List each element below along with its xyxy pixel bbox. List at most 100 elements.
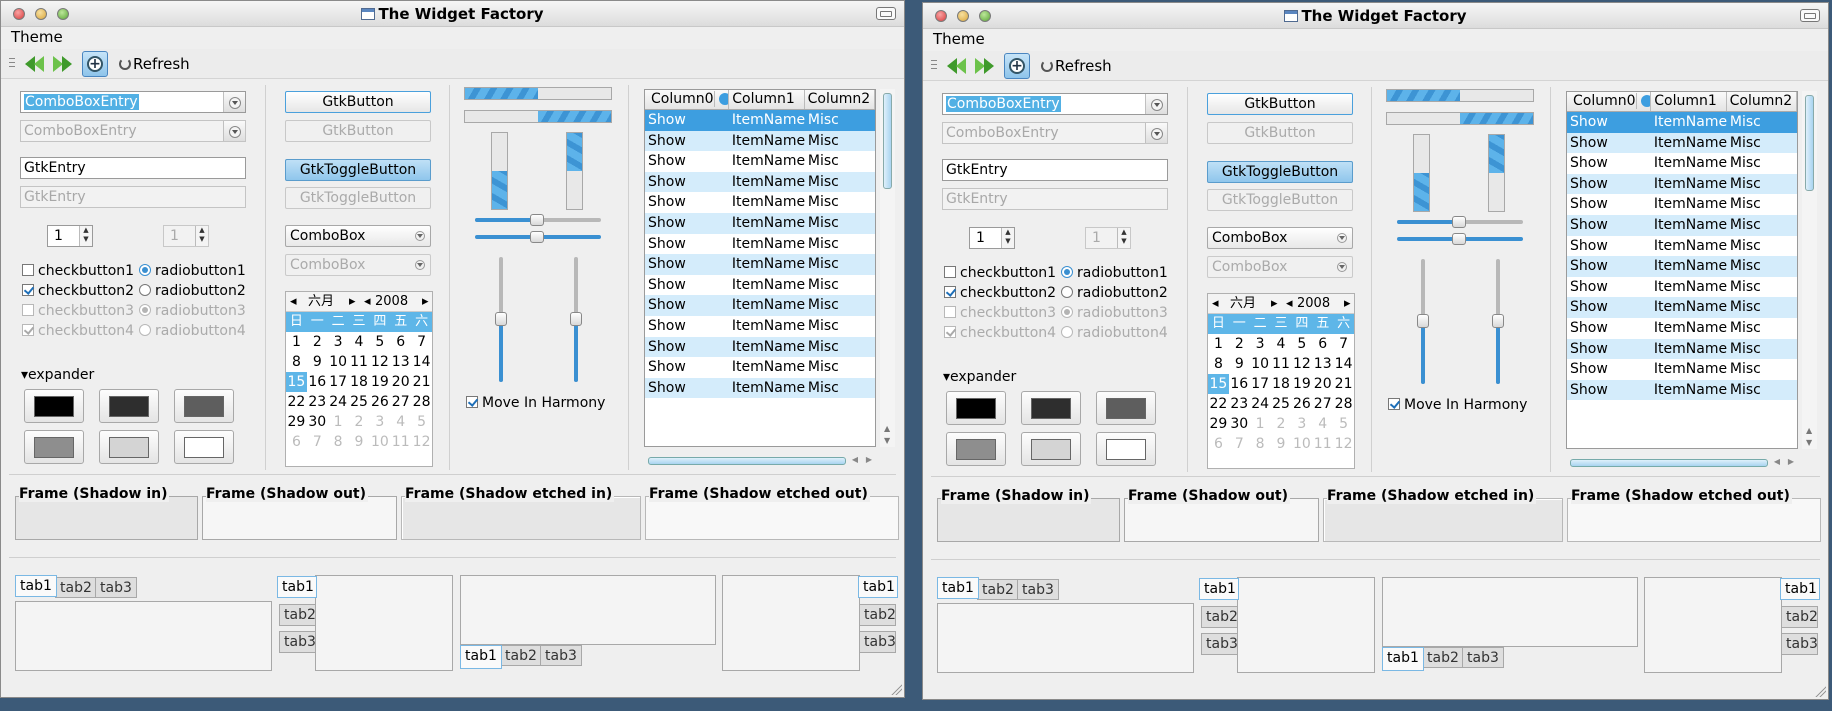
tree-horizontal-scrollbar[interactable]: ◀ ▶ (1566, 457, 1798, 469)
calendar[interactable]: ◂ 六月 ▸ ◂ 2008 ▸ 日一二三四五六 1 2 3 4 5 6 7 8 9 10 11 12 1… (285, 291, 433, 467)
combobox[interactable]: ComboBox (1207, 227, 1353, 249)
scrollbar-thumb[interactable] (1570, 459, 1768, 467)
color-button[interactable] (174, 430, 234, 464)
tree-row[interactable]: Show ItemName Misc (645, 234, 875, 255)
radio-selected-icon[interactable] (1061, 266, 1073, 278)
calendar-day[interactable]: 1 (1208, 334, 1229, 354)
tab-3[interactable]: tab3 (95, 577, 137, 598)
move-in-harmony-check[interactable]: Move In Harmony (466, 395, 605, 411)
calendar-day[interactable]: 27 (1312, 394, 1333, 414)
calendar-day[interactable]: 8 (1250, 434, 1271, 454)
scroll-down-icon[interactable]: ▼ (884, 436, 890, 445)
refresh-button[interactable]: Refresh (119, 55, 190, 73)
forward-arrow-icon[interactable] (973, 55, 997, 77)
calendar-day[interactable]: 30 (307, 412, 328, 432)
resize-grip-icon[interactable] (1814, 685, 1826, 697)
checkbox-icon[interactable] (22, 264, 34, 276)
calendar-day[interactable]: 1 (1250, 414, 1271, 434)
calendar-day[interactable]: 5 (411, 412, 432, 432)
calendar-day[interactable]: 7 (307, 432, 328, 452)
next-year-icon[interactable]: ▸ (1344, 294, 1351, 313)
tree-row[interactable]: Show ItemName Misc (645, 254, 875, 275)
calendar-day[interactable]: 19 (369, 372, 390, 392)
tree-vertical-scrollbar[interactable]: ▲ ▼ (1802, 91, 1817, 449)
tree-row[interactable]: Show ItemName Misc (1567, 338, 1797, 360)
color-button[interactable] (946, 432, 1006, 466)
calendar-day[interactable]: 19 (1291, 374, 1312, 394)
checkbutton2[interactable]: checkbutton2 (944, 285, 1056, 301)
tab-2[interactable]: tab2 (500, 645, 542, 666)
radio-icon[interactable] (139, 284, 151, 296)
calendar-day[interactable]: 29 (286, 412, 307, 432)
refresh-button[interactable]: Refresh (1041, 57, 1112, 75)
radio-selected-icon[interactable] (139, 264, 151, 276)
calendar-day[interactable]: 4 (349, 332, 370, 352)
vertical-scale[interactable] (1417, 259, 1429, 384)
tree-vertical-scrollbar[interactable]: ▲ ▼ (880, 89, 895, 447)
tab-3[interactable]: tab3 (1017, 579, 1059, 600)
column1-header[interactable]: Column1 (1651, 92, 1727, 111)
calendar-day[interactable]: 9 (1229, 354, 1250, 374)
tab-2[interactable]: tab2 (279, 604, 316, 626)
scroll-up-icon[interactable]: ▲ (884, 424, 890, 433)
horizontal-scale[interactable] (1397, 216, 1523, 228)
combobox-entry-dropdown-icon[interactable] (1145, 94, 1167, 114)
prev-month-icon[interactable]: ◂ (1212, 294, 1219, 313)
calendar-day[interactable]: 6 (390, 332, 411, 352)
color-button[interactable] (99, 389, 159, 423)
tab-2[interactable]: tab2 (1781, 606, 1818, 628)
calendar-day[interactable]: 24 (1250, 394, 1271, 414)
maximize-icon[interactable] (1800, 9, 1820, 22)
calendar-day[interactable]: 2 (349, 412, 370, 432)
calendar-day[interactable]: 10 (369, 432, 390, 452)
calendar-day[interactable]: 7 (1229, 434, 1250, 454)
calendar-day[interactable]: 20 (390, 372, 411, 392)
column1-header[interactable]: Column1 (729, 90, 805, 109)
tree-row[interactable]: Show ItemName Misc (1567, 194, 1797, 215)
scroll-right-icon[interactable]: ▶ (866, 455, 872, 464)
calendar-day[interactable]: 12 (1333, 434, 1354, 454)
color-button[interactable] (946, 391, 1006, 425)
tab-2[interactable]: tab2 (859, 604, 896, 626)
tab-3[interactable]: tab3 (1462, 647, 1504, 668)
tab-1[interactable]: tab1 (460, 645, 502, 669)
calendar-day[interactable]: 29 (1208, 414, 1229, 434)
calendar-day[interactable]: 7 (1333, 334, 1354, 354)
column2-header[interactable]: Column2 (1727, 92, 1797, 111)
calendar-day[interactable]: 24 (328, 392, 349, 412)
calendar-day[interactable]: 4 (390, 412, 411, 432)
spin-button[interactable]: 1 ▲ ▼ (47, 225, 93, 247)
calendar-day[interactable]: 12 (369, 352, 390, 372)
back-arrow-icon[interactable] (23, 53, 47, 75)
checkbutton2[interactable]: checkbutton2 (22, 283, 134, 299)
tab-2[interactable]: tab2 (977, 579, 1019, 600)
gtk-button[interactable]: GtkButton (1207, 93, 1353, 115)
scale-knob[interactable] (570, 312, 582, 326)
prev-year-icon[interactable]: ◂ (364, 292, 371, 311)
combobox-dropdown-icon[interactable] (1337, 233, 1347, 243)
next-month-icon[interactable]: ▸ (1271, 294, 1278, 313)
color-button[interactable] (1096, 391, 1156, 425)
tree-row[interactable]: Show ItemName Misc (645, 192, 875, 213)
calendar-day[interactable]: 11 (1271, 354, 1292, 374)
add-button[interactable]: + (82, 51, 108, 77)
next-year-icon[interactable]: ▸ (422, 292, 429, 311)
forward-arrow-icon[interactable] (51, 53, 75, 75)
toggle-button[interactable]: GtkToggleButton (285, 159, 431, 181)
tree-row[interactable]: Show ItemName Misc (1567, 379, 1797, 401)
resize-grip-icon[interactable] (890, 683, 902, 695)
combobox[interactable]: ComboBox (285, 225, 431, 247)
tab-3[interactable]: tab3 (1201, 633, 1238, 655)
title-bar[interactable]: The Widget Factory (1, 1, 904, 27)
tree-row[interactable]: Show ItemName Misc (1567, 112, 1797, 133)
scroll-right-icon[interactable]: ▶ (1788, 457, 1794, 466)
toggle-button[interactable]: GtkToggleButton (1207, 161, 1353, 183)
scrollbar-thumb[interactable] (1805, 95, 1814, 191)
tree-row[interactable]: Show ItemName Misc (1567, 132, 1797, 154)
tab-3[interactable]: tab3 (279, 631, 316, 653)
calendar-day[interactable]: 23 (1229, 394, 1250, 414)
tree-row[interactable]: Show ItemName Misc (645, 275, 875, 296)
calendar-day[interactable]: 11 (349, 352, 370, 372)
calendar-day[interactable]: 17 (328, 372, 349, 392)
calendar-day[interactable]: 4 (1271, 334, 1292, 354)
